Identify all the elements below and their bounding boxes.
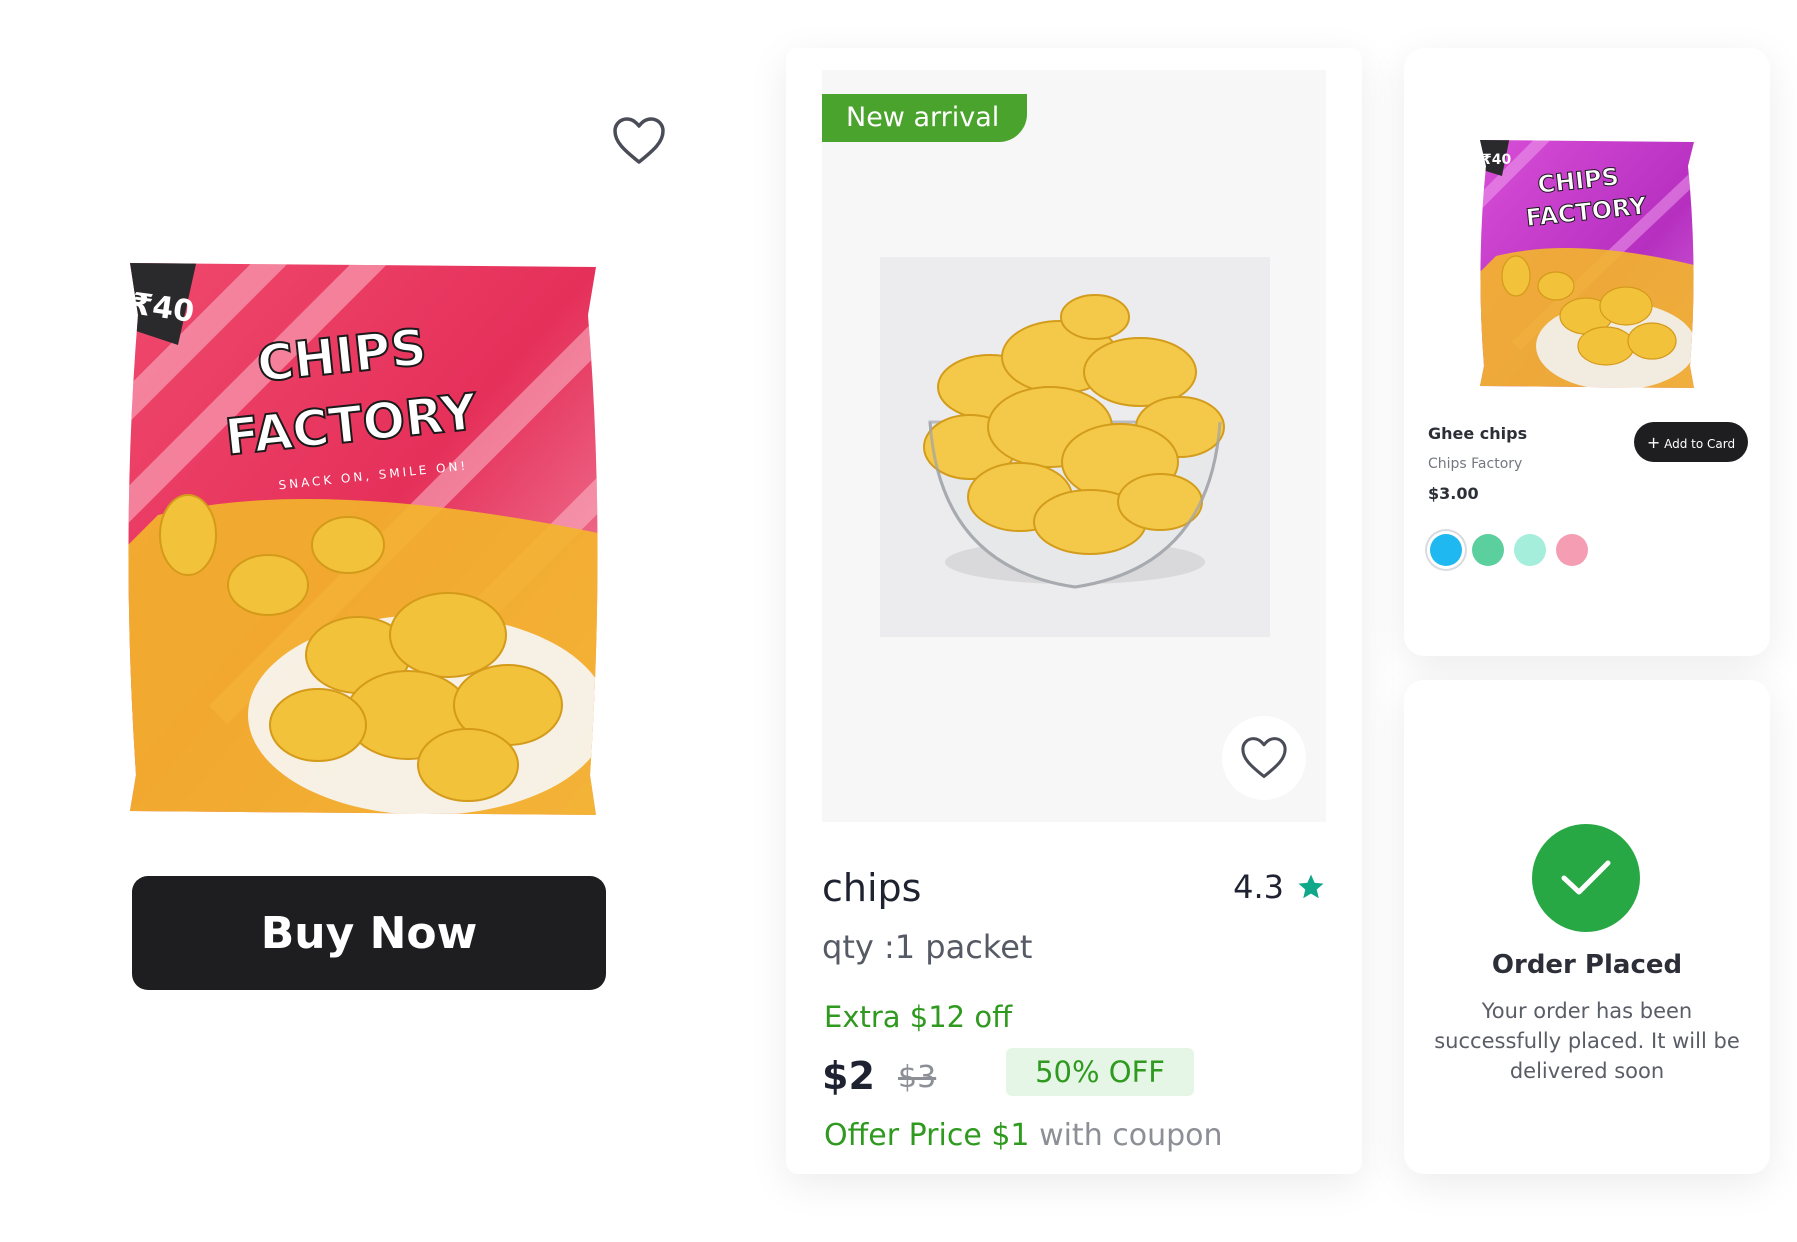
order-placed-card: Order Placed Your order has been success… bbox=[1404, 680, 1770, 1174]
color-swatch[interactable] bbox=[1430, 534, 1462, 566]
heart-icon bbox=[1241, 737, 1287, 779]
offer-price: Offer Price $1 bbox=[824, 1118, 1030, 1153]
mini-product-price: $3.00 bbox=[1428, 484, 1479, 503]
product-image-area: New arrival bbox=[822, 70, 1326, 822]
product-card[interactable]: New arrival chips 4.3 qty:1 packet Extr… bbox=[786, 48, 1362, 1174]
price-row: $2 $3 50% OFF bbox=[822, 1048, 1332, 1108]
discount-badge: 50% OFF bbox=[1006, 1048, 1194, 1096]
offer-text: Offer Price $1 with coupon bbox=[824, 1118, 1223, 1153]
favorite-button[interactable] bbox=[1222, 716, 1306, 800]
mini-product-brand: Chips Factory bbox=[1428, 456, 1523, 472]
chips-bag-image: ₹40 CHIPS FACTORY SNACK ON, SMILE ON! bbox=[118, 255, 608, 820]
check-icon bbox=[1561, 860, 1611, 895]
mini-product-card[interactable]: ₹40 CHIPS FACTORY Ghee chips Chips Facto… bbox=[1404, 48, 1770, 656]
original-price: $3 bbox=[898, 1060, 937, 1095]
product-title: chips bbox=[822, 866, 922, 910]
chips-bowl-photo bbox=[880, 257, 1270, 637]
plus-icon: + bbox=[1646, 432, 1661, 452]
order-title: Order Placed bbox=[1491, 950, 1683, 980]
quantity-text: qty :1 packet bbox=[822, 928, 1033, 966]
mini-product-name: Ghee chips bbox=[1428, 424, 1528, 443]
star-icon bbox=[1298, 874, 1324, 899]
mini-bag-price-tag: ₹40 bbox=[1482, 152, 1511, 168]
color-swatch[interactable] bbox=[1556, 534, 1588, 566]
color-swatches bbox=[1430, 534, 1588, 566]
new-arrival-badge: New arrival bbox=[822, 94, 1028, 142]
order-message: Your order has been successfully placed.… bbox=[1434, 999, 1740, 1083]
success-badge bbox=[1532, 824, 1640, 932]
add-to-card-button[interactable]: + Add to Card bbox=[1634, 422, 1748, 462]
heart-icon[interactable] bbox=[612, 116, 666, 166]
extra-off-text: Extra $12 off bbox=[824, 1000, 1013, 1034]
add-to-card-label: Add to Card bbox=[1664, 436, 1736, 451]
left-product-panel: ₹40 CHIPS FACTORY SNACK ON, SMILE ON! Bu… bbox=[0, 0, 720, 1242]
color-swatch[interactable] bbox=[1472, 534, 1504, 566]
rating-value: 4.3 bbox=[1233, 868, 1284, 906]
current-price: $2 bbox=[822, 1054, 875, 1098]
mini-chips-bag-image: ₹40 CHIPS FACTORY bbox=[1476, 136, 1698, 392]
color-swatch[interactable] bbox=[1514, 534, 1546, 566]
offer-coupon-note: with coupon bbox=[1039, 1118, 1223, 1153]
product-rating: 4.3 bbox=[1233, 868, 1326, 906]
buy-now-button[interactable]: Buy Now bbox=[132, 876, 606, 990]
